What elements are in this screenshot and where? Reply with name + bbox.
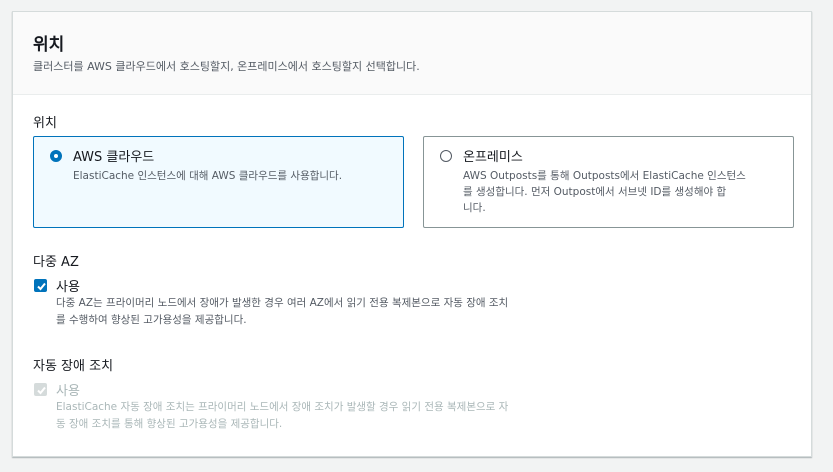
multi-az-description: 다중 AZ는 프라이머리 노드에서 장애가 발생한 경우 여러 AZ에서 읽기 … [56,295,508,329]
location-panel: 위치 클러스터를 AWS 클라우드에서 호스팅할지, 온프레미스에서 호스팅할지… [12,11,812,457]
auto-failover-checkbox-label: 사용 [56,384,80,399]
desc-line: 를 생성합니다. 먼저 Outpost에서 서브넷 ID를 생성해야 합 [463,186,727,198]
option-on-premises[interactable]: 온프레미스 AWS Outposts를 통해 Outposts에서 Elasti… [423,136,794,228]
option-aws-cloud[interactable]: AWS 클라우드 ElastiCache 인스턴스에 대해 AWS 클라우드를 … [33,136,404,228]
location-field-label: 위치 [33,116,57,131]
option-aws-cloud-description: ElastiCache 인스턴스에 대해 AWS 클라우드를 사용합니다. [73,170,343,182]
auto-failover-label: 자동 장애 조치 [33,359,114,374]
panel-description: 클러스터를 AWS 클라우드에서 호스팅할지, 온프레미스에서 호스팅할지 선택… [33,60,420,73]
desc-line: 를 수행하여 향상된 고가용성을 제공합니다. [56,314,247,326]
desc-line: AWS Outposts를 통해 Outposts에서 ElastiCache … [463,170,746,182]
desc-line: ElastiCache 자동 장애 조치는 프라이머리 노드에서 장애 조치가 … [56,401,509,413]
option-aws-cloud-title: AWS 클라우드 [73,150,155,165]
panel-header: 위치 클러스터를 AWS 클라우드에서 호스팅할지, 온프레미스에서 호스팅할지… [13,12,811,95]
checkmark-icon [37,386,46,395]
desc-line: 니다. [463,202,486,214]
desc-line: 동 장애 조치를 통해 향상된 고가용성을 제공합니다. [56,418,283,430]
radio-aws-cloud[interactable] [50,150,62,162]
option-on-premises-title: 온프레미스 [463,150,523,165]
checkmark-icon [37,282,46,291]
option-on-premises-description: AWS Outposts를 통해 Outposts에서 ElastiCache … [463,168,746,216]
multi-az-checkbox[interactable] [34,279,47,292]
multi-az-label: 다중 AZ [33,255,79,270]
radio-on-premises[interactable] [440,150,452,162]
auto-failover-checkbox [34,383,47,396]
multi-az-checkbox-label: 사용 [56,280,80,295]
desc-line: 다중 AZ는 프라이머리 노드에서 장애가 발생한 경우 여러 AZ에서 읽기 … [56,297,509,309]
panel-title: 위치 [33,35,65,55]
auto-failover-description: ElastiCache 자동 장애 조치는 프라이머리 노드에서 장애 조치가 … [56,399,508,433]
